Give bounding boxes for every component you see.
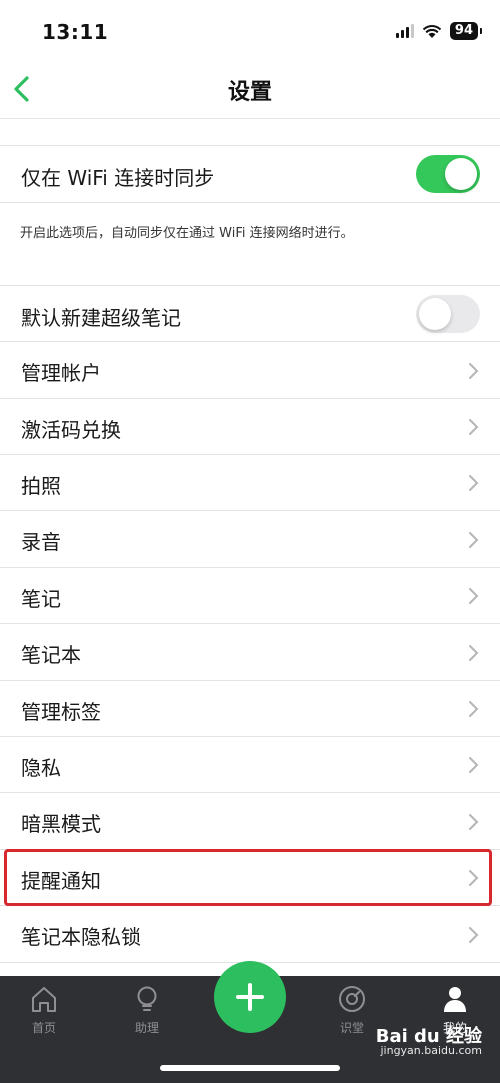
wifi-sync-helper-text: 开启此选项后，自动同步仅在通过 WiFi 连接网络时进行。 [20, 226, 354, 241]
cellular-signal-icon [395, 24, 414, 38]
watermark-url: jingyan.baidu.com [380, 1044, 482, 1057]
lightbulb-icon [137, 986, 157, 1011]
chevron-right-icon [469, 419, 479, 435]
plus-icon [236, 983, 264, 1011]
person-icon [444, 987, 466, 1012]
chevron-right-icon [469, 363, 479, 379]
menu-item-label: 管理帐户 [21, 361, 101, 385]
menu-item-label: 笔记 [21, 587, 61, 611]
status-icons: 94 [395, 22, 483, 40]
menu-item-notes[interactable]: 笔记 [0, 568, 500, 624]
menu-item-label: 拍照 [21, 474, 61, 498]
chevron-right-icon [469, 532, 479, 548]
menu-item-dark-mode[interactable]: 暗黑模式 [0, 793, 500, 850]
menu-item-notebooks[interactable]: 笔记本 [0, 624, 500, 681]
home-indicator [160, 1065, 340, 1071]
wifi-icon [422, 24, 442, 38]
tab-label: 首页 [31, 1021, 56, 1035]
wifi-sync-toggle[interactable] [416, 155, 480, 193]
battery-indicator: 94 [449, 22, 483, 40]
super-note-toggle[interactable] [416, 295, 480, 333]
home-icon [32, 987, 56, 1012]
super-note-row: 默认新建超级笔记 [0, 285, 500, 342]
status-bar: 13:11 94 [0, 0, 500, 60]
wifi-sync-row: 仅在 WiFi 连接时同步 [0, 145, 500, 203]
menu-item-privacy[interactable]: 隐私 [0, 737, 500, 793]
menu-item-label: 隐私 [21, 756, 61, 780]
page-title: 设置 [227, 80, 272, 105]
menu-item-manage-tags[interactable]: 管理标签 [0, 681, 500, 737]
menu-item-label: 激活码兑换 [21, 418, 121, 442]
menu-item-photo[interactable]: 拍照 [0, 455, 500, 511]
watermark: Bai du 经验 jingyan.baidu.com [375, 1026, 482, 1058]
watermark-brand: Bai du 经验 [375, 1026, 482, 1047]
add-note-button[interactable] [214, 961, 286, 1033]
chevron-right-icon [469, 645, 479, 661]
wifi-sync-label: 仅在 WiFi 连接时同步 [21, 166, 215, 190]
tab-assistant[interactable]: 助理 [107, 976, 187, 1046]
menu-item-manage-account[interactable]: 管理帐户 [0, 342, 500, 399]
tab-label: 助理 [134, 1021, 159, 1035]
menu-item-notebook-privacy-lock[interactable]: 笔记本隐私锁 [0, 906, 500, 963]
status-time: 13:11 [42, 20, 109, 44]
menu-item-label: 录音 [21, 530, 61, 554]
menu-item-redeem-code[interactable]: 激活码兑换 [0, 399, 500, 455]
menu-item-recording[interactable]: 录音 [0, 511, 500, 568]
menu-item-label: 笔记本隐私锁 [21, 925, 141, 949]
tab-home[interactable]: 首页 [4, 976, 84, 1046]
chevron-right-icon [469, 814, 479, 830]
menu-item-label: 暗黑模式 [21, 812, 101, 836]
compass-icon [339, 986, 365, 1012]
menu-item-label: 管理标签 [21, 700, 101, 724]
chevron-right-icon [469, 927, 479, 943]
nav-bar: 设置 [0, 60, 500, 119]
chevron-right-icon [469, 757, 479, 773]
chevron-right-icon [469, 701, 479, 717]
highlight-annotation-box [4, 849, 492, 906]
super-note-label: 默认新建超级笔记 [21, 306, 181, 330]
menu-item-label: 笔记本 [21, 643, 81, 667]
chevron-right-icon [469, 588, 479, 604]
chevron-right-icon [469, 475, 479, 491]
